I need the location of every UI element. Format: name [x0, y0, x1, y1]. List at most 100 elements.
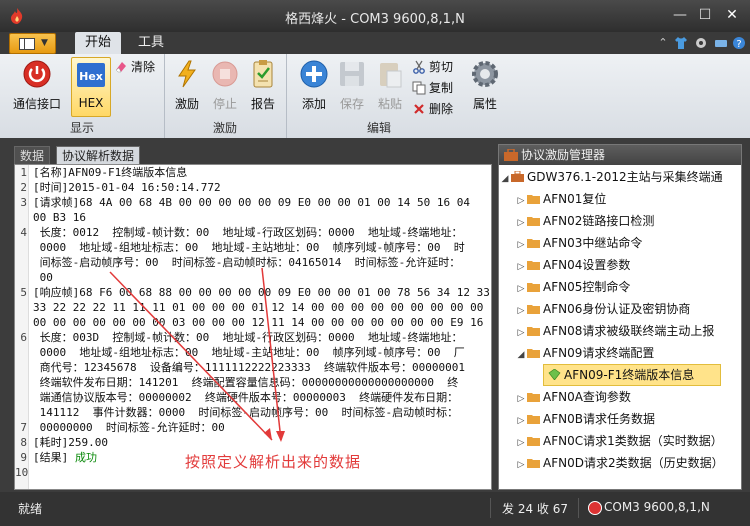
register-key-icon[interactable] [714, 36, 728, 50]
panel-header: 协议激励管理器 [499, 145, 741, 165]
editor-line: 商代号：12345678 设备编号：1111112222223333 终端软件版… [33, 361, 466, 374]
folder-icon [527, 261, 540, 270]
copy-label: 复制 [429, 81, 454, 95]
report-button[interactable]: 报告 [240, 57, 286, 115]
shirt-theme-icon[interactable] [674, 36, 688, 50]
folder-icon [527, 305, 540, 314]
collapsed-arrow-icon[interactable]: ▷ [515, 389, 527, 409]
svg-text:Hex: Hex [79, 70, 103, 83]
collapsed-arrow-icon[interactable]: ▷ [515, 433, 527, 453]
panel-title: 协议激励管理器 [521, 148, 606, 162]
tree-item-afn04[interactable]: ▷ AFN04设置参数 [515, 255, 631, 277]
tree-item-label: AFN0B请求任务数据 [543, 412, 655, 426]
tree-item-afn0d[interactable]: ▷ AFN0D请求2类数据（历史数据） [515, 453, 724, 473]
expanded-arrow-icon[interactable]: ◢ [515, 345, 527, 365]
folder-icon [527, 283, 540, 292]
report-clipboard-icon [253, 60, 273, 88]
stimulus-tree: ◢ GDW376.1-2012主站与采集终端通 ▷ AFN01复位 ▷ AFN02链路… [499, 165, 741, 489]
title-bar: 格西烽火 - COM3 9600,8,1,N — ☐ ✕ [0, 0, 750, 32]
editor-line: 终端软件发布日期：141201 终端配置容量信息码：00000000000000… [33, 376, 459, 389]
minimize-button[interactable]: — [670, 6, 690, 24]
maximize-button[interactable]: ☐ [695, 6, 715, 24]
toolbox-icon [511, 171, 524, 182]
hex-label: HEX [78, 96, 104, 110]
paste-label: 粘贴 [377, 97, 402, 111]
tree-item-label: AFN09-F1终端版本信息 [564, 368, 695, 382]
tree-item-afn02[interactable]: ▷ AFN02链路接口检测 [515, 211, 655, 233]
collapsed-arrow-icon[interactable]: ▷ [515, 213, 527, 233]
folder-icon [527, 195, 540, 204]
line-number: 9 [20, 451, 27, 464]
collapsed-arrow-icon[interactable]: ▷ [515, 279, 527, 299]
group-label-stimulus: 激励 [212, 121, 237, 135]
clear-button[interactable]: 清除 [114, 58, 155, 76]
tree-item-label: AFN08请求被级联终端主动上报 [543, 324, 715, 338]
tree-item-label: AFN0A查询参数 [543, 390, 631, 404]
tree-item-afn09[interactable]: ◢ AFN09请求终端配置 [515, 343, 655, 365]
tab-home[interactable]: 开始 [75, 32, 121, 54]
connect-interface-label: 通信接口 [12, 97, 61, 111]
tree-item-afn08[interactable]: ▷ AFN08请求被级联终端主动上报 [515, 321, 715, 343]
collapsed-arrow-icon[interactable]: ▷ [515, 455, 527, 475]
report-label: 报告 [250, 97, 275, 111]
tree-root[interactable]: ◢ GDW376.1-2012主站与采集终端通 [499, 167, 723, 187]
svg-text:?: ? [736, 39, 741, 50]
collapsed-arrow-icon[interactable]: ▷ [515, 235, 527, 255]
editor-line: 间标签-启动帧序号：00 时间标签-启动帧时标：04165014 时间标签-允许… [33, 256, 461, 269]
scissors-icon [413, 60, 425, 74]
settings-gear-icon[interactable] [694, 36, 708, 50]
collapsed-arrow-icon[interactable]: ▷ [515, 301, 527, 321]
collapsed-arrow-icon[interactable]: ▷ [515, 411, 527, 431]
editor-line: 长度：0012 控制域-帧计数：00 地址域-行政区划码：0000 地址域-终端… [33, 226, 463, 239]
delete-button[interactable]: 删除 [412, 100, 453, 118]
help-icon[interactable]: ? [732, 36, 746, 50]
ribbon-collapse-icon[interactable]: ⌃ [656, 36, 670, 50]
close-button[interactable]: ✕ [722, 6, 742, 24]
ribbon: 通信接口 Hex HEX 清除 显示 激励 停止 报告 激励 添加 保存 粘贴 … [0, 54, 750, 139]
line-number: 3 [20, 196, 27, 209]
folder-icon [527, 327, 540, 336]
parse-output-editor[interactable]: 1 2 3 4 5 6 7 8 9 10 [名称]AFN09-F1终端版本信息 … [14, 164, 492, 490]
collapsed-arrow-icon[interactable]: ▷ [515, 191, 527, 211]
collapsed-arrow-icon[interactable]: ▷ [515, 257, 527, 277]
line-number: 6 [20, 331, 27, 344]
window-title: 格西烽火 - COM3 9600,8,1,N [285, 12, 465, 27]
editor-line: [耗时]259.00 [33, 436, 108, 449]
tab-data[interactable]: 数据 [14, 146, 51, 166]
tree-item-afn0c[interactable]: ▷ AFN0C请求1类数据（实时数据） [515, 431, 723, 451]
properties-button[interactable]: 属性 [462, 57, 508, 115]
paste-button[interactable]: 粘贴 [367, 57, 413, 115]
cut-button[interactable]: 剪切 [412, 58, 453, 76]
expanded-arrow-icon[interactable]: ◢ [499, 169, 511, 189]
tree-item-afn03[interactable]: ▷ AFN03中继站命令 [515, 233, 643, 255]
lightning-icon [178, 60, 196, 88]
editor-line: 00000000 时间标签-允许延时：00 [33, 421, 225, 434]
copy-button[interactable]: 复制 [412, 79, 453, 97]
tab-protocol-parse[interactable]: 协议解析数据 [56, 146, 141, 166]
editor-line: 0000 地址域-组地址标志：00 地址域-主站地址：00 帧序列域-帧序号：0… [33, 346, 465, 359]
tree-item-afn01[interactable]: ▷ AFN01复位 [515, 189, 607, 211]
tab-tools[interactable]: 工具 [131, 32, 171, 54]
status-counts: 发 24 收 67 [502, 502, 568, 516]
status-port[interactable]: COM3 9600,8,1,N [604, 500, 710, 514]
folder-icon [527, 459, 540, 468]
tree-item-afn05[interactable]: ▷ AFN05控制命令 [515, 277, 631, 299]
status-divider [578, 498, 579, 518]
properties-label: 属性 [472, 97, 497, 111]
collapsed-arrow-icon[interactable]: ▷ [515, 323, 527, 343]
tree-item-label: AFN04设置参数 [543, 258, 631, 272]
application-menu-button[interactable]: ▼ [9, 33, 56, 54]
tree-item-afn09-f1[interactable]: AFN09-F1终端版本信息 [543, 364, 721, 386]
connect-interface-button[interactable]: 通信接口 [13, 57, 61, 115]
tree-root-label: GDW376.1-2012主站与采集终端通 [527, 170, 723, 184]
tree-item-label: AFN09请求终端配置 [543, 346, 655, 360]
tree-item-afn06[interactable]: ▷ AFN06身份认证及密钥协商 [515, 299, 691, 321]
line-number: 8 [20, 436, 27, 449]
tree-item-afn0b[interactable]: ▷ AFN0B请求任务数据 [515, 409, 655, 429]
tree-item-afn0a[interactable]: ▷ AFN0A查询参数 [515, 387, 631, 407]
copy-icon [412, 81, 426, 95]
folder-icon [527, 393, 540, 402]
hex-toggle-button[interactable]: Hex HEX [71, 57, 111, 117]
editor-line: [名称]AFN09-F1终端版本信息 [33, 166, 188, 179]
group-label-edit: 编辑 [366, 121, 391, 135]
